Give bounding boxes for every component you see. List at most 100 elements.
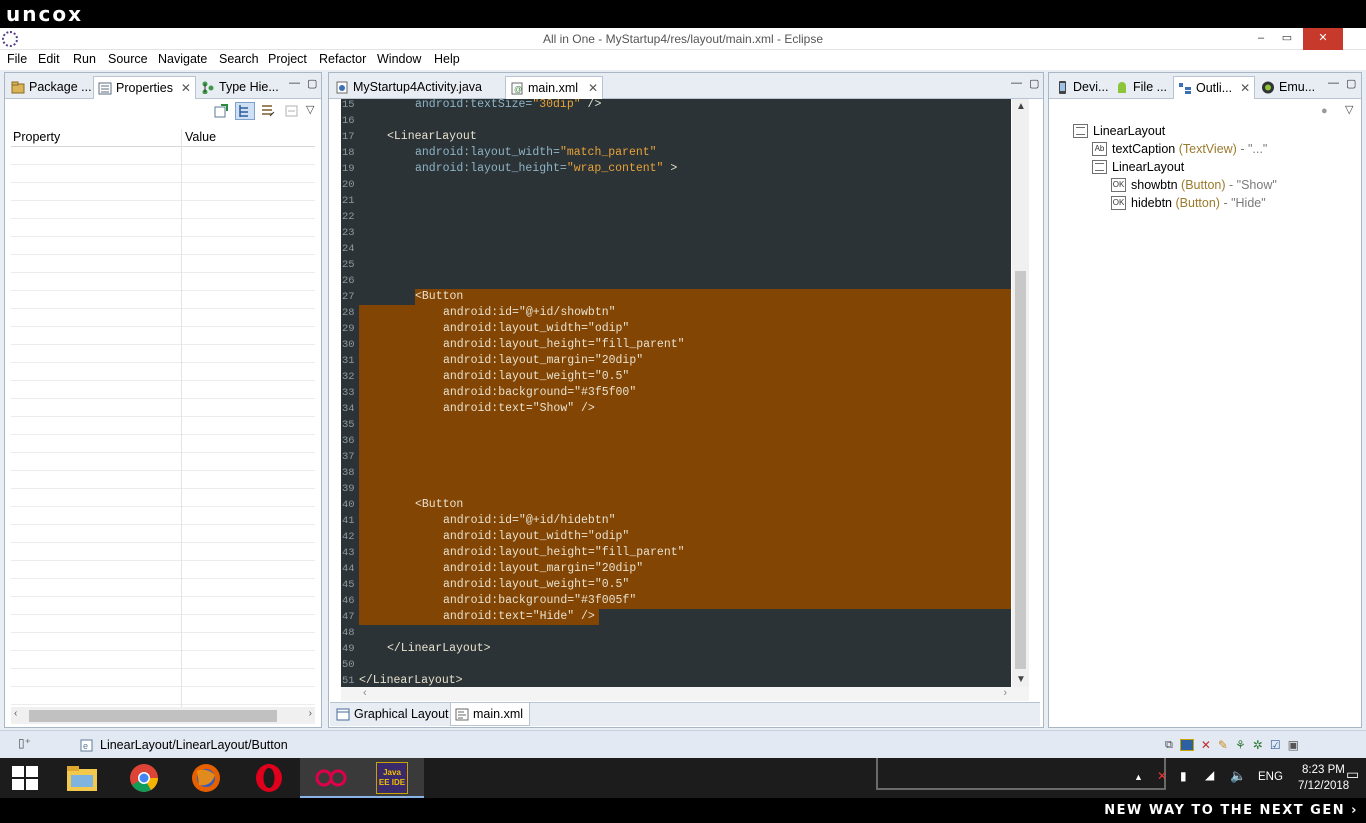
code-line[interactable]: 35: [341, 417, 1011, 433]
code-line[interactable]: 43 android:layout_height="fill_parent": [341, 545, 1011, 561]
properties-horizontal-scrollbar[interactable]: ‹ ›: [11, 707, 315, 724]
tab-outline[interactable]: Outli... ✕: [1173, 76, 1256, 99]
eclipse-taskbar-button[interactable]: Java EE IDE: [362, 758, 424, 798]
menu-refactor[interactable]: Refactor: [319, 52, 366, 66]
sdk-manager-icon[interactable]: [1179, 739, 1194, 751]
maximize-view-icon[interactable]: ▢: [1029, 77, 1039, 90]
tab-properties[interactable]: Properties ✕: [93, 76, 196, 99]
scrollbar-thumb[interactable]: [29, 710, 277, 722]
menu-project[interactable]: Project: [268, 52, 307, 66]
code-line[interactable]: 47 android:text="Hide" />: [341, 609, 1011, 625]
view-menu-chevron-icon[interactable]: ▽: [306, 103, 314, 116]
code-line[interactable]: 38: [341, 465, 1011, 481]
code-line[interactable]: 48: [341, 625, 1011, 641]
chrome-button[interactable]: [114, 758, 176, 798]
editor-vertical-scrollbar[interactable]: ▲ ▼: [1012, 99, 1029, 687]
close-tab-icon[interactable]: ✕: [1240, 81, 1250, 95]
code-editor[interactable]: 15 android:textSize="30dip" /> 16 17 <Linear…: [341, 99, 1011, 687]
java-ee-icon[interactable]: ☑: [1270, 738, 1281, 752]
media-player-button[interactable]: [300, 758, 362, 798]
scroll-left-icon[interactable]: ‹: [14, 708, 17, 719]
menu-run[interactable]: Run: [73, 52, 96, 66]
code-line[interactable]: 24: [341, 241, 1011, 257]
code-line[interactable]: 23: [341, 225, 1011, 241]
code-line[interactable]: 34 android:text="Show" />: [341, 401, 1011, 417]
minimize-view-icon[interactable]: —: [289, 77, 300, 89]
tab-main-xml-source[interactable]: main.xml: [450, 703, 531, 726]
code-line[interactable]: 25: [341, 257, 1011, 273]
wifi-icon[interactable]: ◢: [1205, 768, 1214, 782]
code-line[interactable]: 46 android:background="#3f005f": [341, 593, 1011, 609]
scroll-right-icon[interactable]: ›: [309, 708, 312, 719]
tab-type-hierarchy[interactable]: Type Hie...: [197, 76, 285, 99]
battery-icon[interactable]: ▮: [1180, 769, 1187, 783]
restore-default-icon[interactable]: [284, 103, 300, 119]
menu-source[interactable]: Source: [108, 52, 148, 66]
code-line[interactable]: 49 </LinearLayout>: [341, 641, 1011, 657]
code-line[interactable]: 51 </LinearLayout>: [341, 673, 1011, 687]
code-line[interactable]: 21: [341, 193, 1011, 209]
volume-icon[interactable]: 🔈: [1230, 768, 1246, 784]
close-window-button[interactable]: ✕: [1303, 28, 1343, 50]
code-line[interactable]: 50: [341, 657, 1011, 673]
tab-devices[interactable]: Devi...: [1051, 76, 1114, 99]
show-advanced-icon[interactable]: [235, 102, 255, 120]
menu-help[interactable]: Help: [434, 52, 460, 66]
code-line[interactable]: 42 android:layout_width="odip": [341, 529, 1011, 545]
scroll-down-icon[interactable]: ▼: [1016, 674, 1026, 685]
editor-horizontal-scrollbar[interactable]: ‹ ›: [341, 687, 1029, 701]
scroll-right-icon[interactable]: ›: [1003, 687, 1007, 699]
menu-edit[interactable]: Edit: [38, 52, 60, 66]
code-line[interactable]: 18 android:layout_width="match_parent": [341, 145, 1011, 161]
code-line[interactable]: 19 android:layout_height="wrap_content" >: [341, 161, 1011, 177]
code-line[interactable]: 44 android:layout_margin="20dip": [341, 561, 1011, 577]
minimize-view-icon[interactable]: —: [1011, 77, 1022, 89]
avd-manager-icon[interactable]: ✕: [1201, 738, 1211, 752]
network-icon[interactable]: ✕: [1157, 769, 1167, 783]
code-line[interactable]: 28 android:id="@+id/showbtn": [341, 305, 1011, 321]
collapse-all-icon[interactable]: [260, 103, 278, 119]
close-tab-icon[interactable]: ✕: [181, 81, 191, 95]
code-line[interactable]: 39: [341, 481, 1011, 497]
code-line[interactable]: 37: [341, 449, 1011, 465]
code-line[interactable]: 16: [341, 113, 1011, 129]
code-line[interactable]: 26: [341, 273, 1011, 289]
tab-main-xml[interactable]: @ main.xml ✕: [505, 76, 604, 99]
scrollbar-thumb[interactable]: [1015, 271, 1026, 669]
close-tab-icon[interactable]: ✕: [588, 81, 598, 95]
code-line[interactable]: 15 android:textSize="30dip" />: [341, 99, 1011, 113]
clock-date[interactable]: 7/12/2018: [1298, 780, 1349, 792]
code-line[interactable]: 36: [341, 433, 1011, 449]
perspective-icon[interactable]: ▣: [1288, 738, 1299, 752]
code-line[interactable]: 45 android:layout_weight="0.5": [341, 577, 1011, 593]
code-line[interactable]: 40 <Button: [341, 497, 1011, 513]
tab-file-explorer[interactable]: File ...: [1111, 76, 1173, 99]
code-line[interactable]: 41 android:id="@+id/hidebtn": [341, 513, 1011, 529]
scroll-up-icon[interactable]: ▲: [1016, 101, 1026, 112]
show-categories-icon[interactable]: [213, 103, 231, 119]
opera-button[interactable]: [238, 758, 300, 798]
show-hidden-icons[interactable]: ▲: [1134, 772, 1143, 782]
menu-navigate[interactable]: Navigate: [158, 52, 207, 66]
debug-icon[interactable]: ✲: [1253, 738, 1263, 752]
fast-view-icon[interactable]: ⧉: [1165, 739, 1173, 752]
minimize-button[interactable]: –: [1248, 28, 1274, 50]
language-indicator[interactable]: ENG: [1258, 771, 1283, 783]
code-line[interactable]: 20: [341, 177, 1011, 193]
menu-file[interactable]: File: [7, 52, 27, 66]
file-explorer-button[interactable]: [52, 758, 114, 798]
notification-icon[interactable]: ▭: [1346, 766, 1359, 783]
code-line[interactable]: 33 android:background="#3f5f00": [341, 385, 1011, 401]
code-line[interactable]: 32 android:layout_weight="0.5": [341, 369, 1011, 385]
view-menu-chevron-icon[interactable]: ▽: [1345, 103, 1353, 116]
code-line[interactable]: 17 <LinearLayout: [341, 129, 1011, 145]
code-line[interactable]: 22: [341, 209, 1011, 225]
tab-graphical-layout[interactable]: Graphical Layout: [332, 703, 455, 726]
maximize-view-icon[interactable]: ▢: [1346, 77, 1356, 90]
tab-mystartup4activity-java[interactable]: MyStartup4Activity.java: [331, 76, 492, 99]
code-line[interactable]: 31 android:layout_margin="20dip": [341, 353, 1011, 369]
toggle-icon[interactable]: ●: [1321, 105, 1328, 117]
code-line[interactable]: 27 <Button: [341, 289, 1011, 305]
maximize-view-icon[interactable]: ▢: [307, 77, 317, 90]
tab-emulator-control[interactable]: Emu...: [1257, 76, 1321, 99]
